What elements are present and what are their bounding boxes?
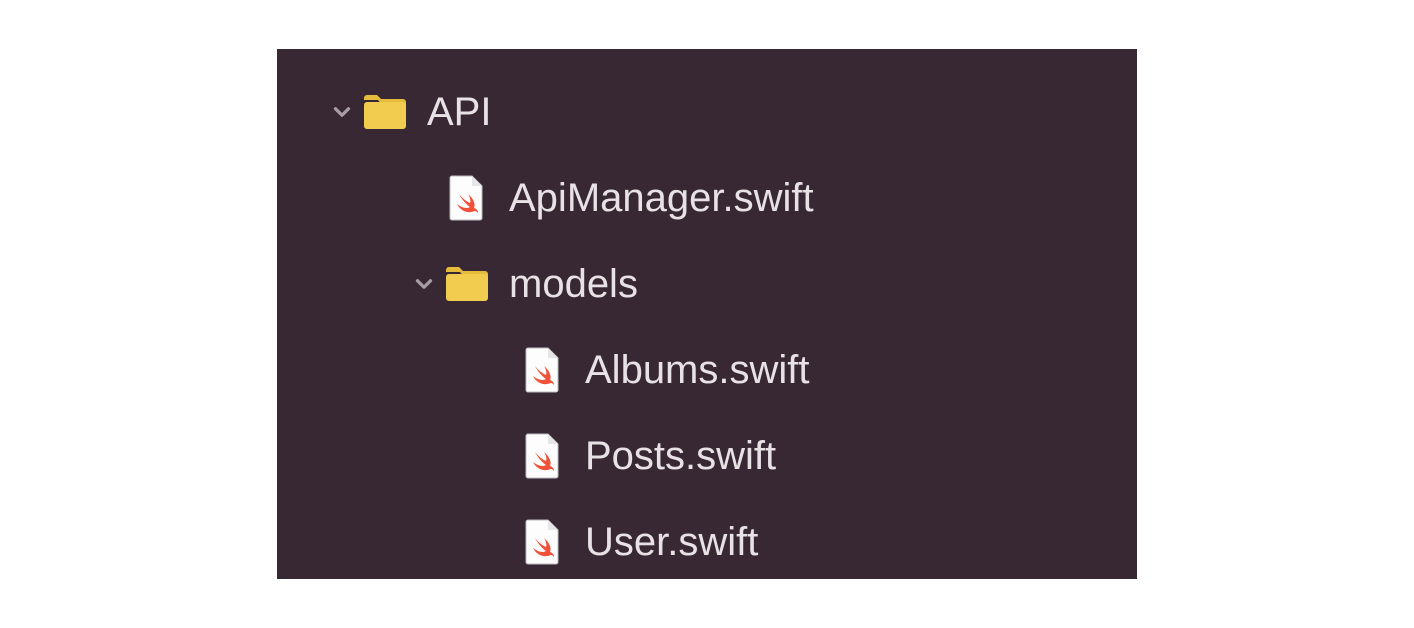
swift-file-icon — [515, 432, 571, 480]
swift-file-icon — [515, 518, 571, 566]
file-row-posts[interactable]: Posts.swift — [277, 413, 1137, 499]
swift-file-icon — [439, 174, 495, 222]
chevron-down-icon[interactable] — [327, 99, 357, 125]
file-label: ApiManager.swift — [509, 176, 814, 221]
file-row-user[interactable]: User.swift — [277, 499, 1137, 585]
folder-icon — [439, 264, 495, 304]
file-label: User.swift — [585, 520, 758, 565]
folder-row-models[interactable]: models — [277, 241, 1137, 327]
chevron-down-icon[interactable] — [409, 271, 439, 297]
folder-label: models — [509, 262, 638, 307]
file-label: Albums.swift — [585, 348, 810, 393]
folder-row-api[interactable]: API — [277, 69, 1137, 155]
folder-label: API — [427, 90, 491, 135]
file-row-albums[interactable]: Albums.swift — [277, 327, 1137, 413]
swift-file-icon — [515, 346, 571, 394]
file-label: Posts.swift — [585, 434, 776, 479]
file-row-apimanager[interactable]: ApiManager.swift — [277, 155, 1137, 241]
file-tree-panel: API ApiManager.swift models — [277, 49, 1137, 579]
folder-icon — [357, 92, 413, 132]
